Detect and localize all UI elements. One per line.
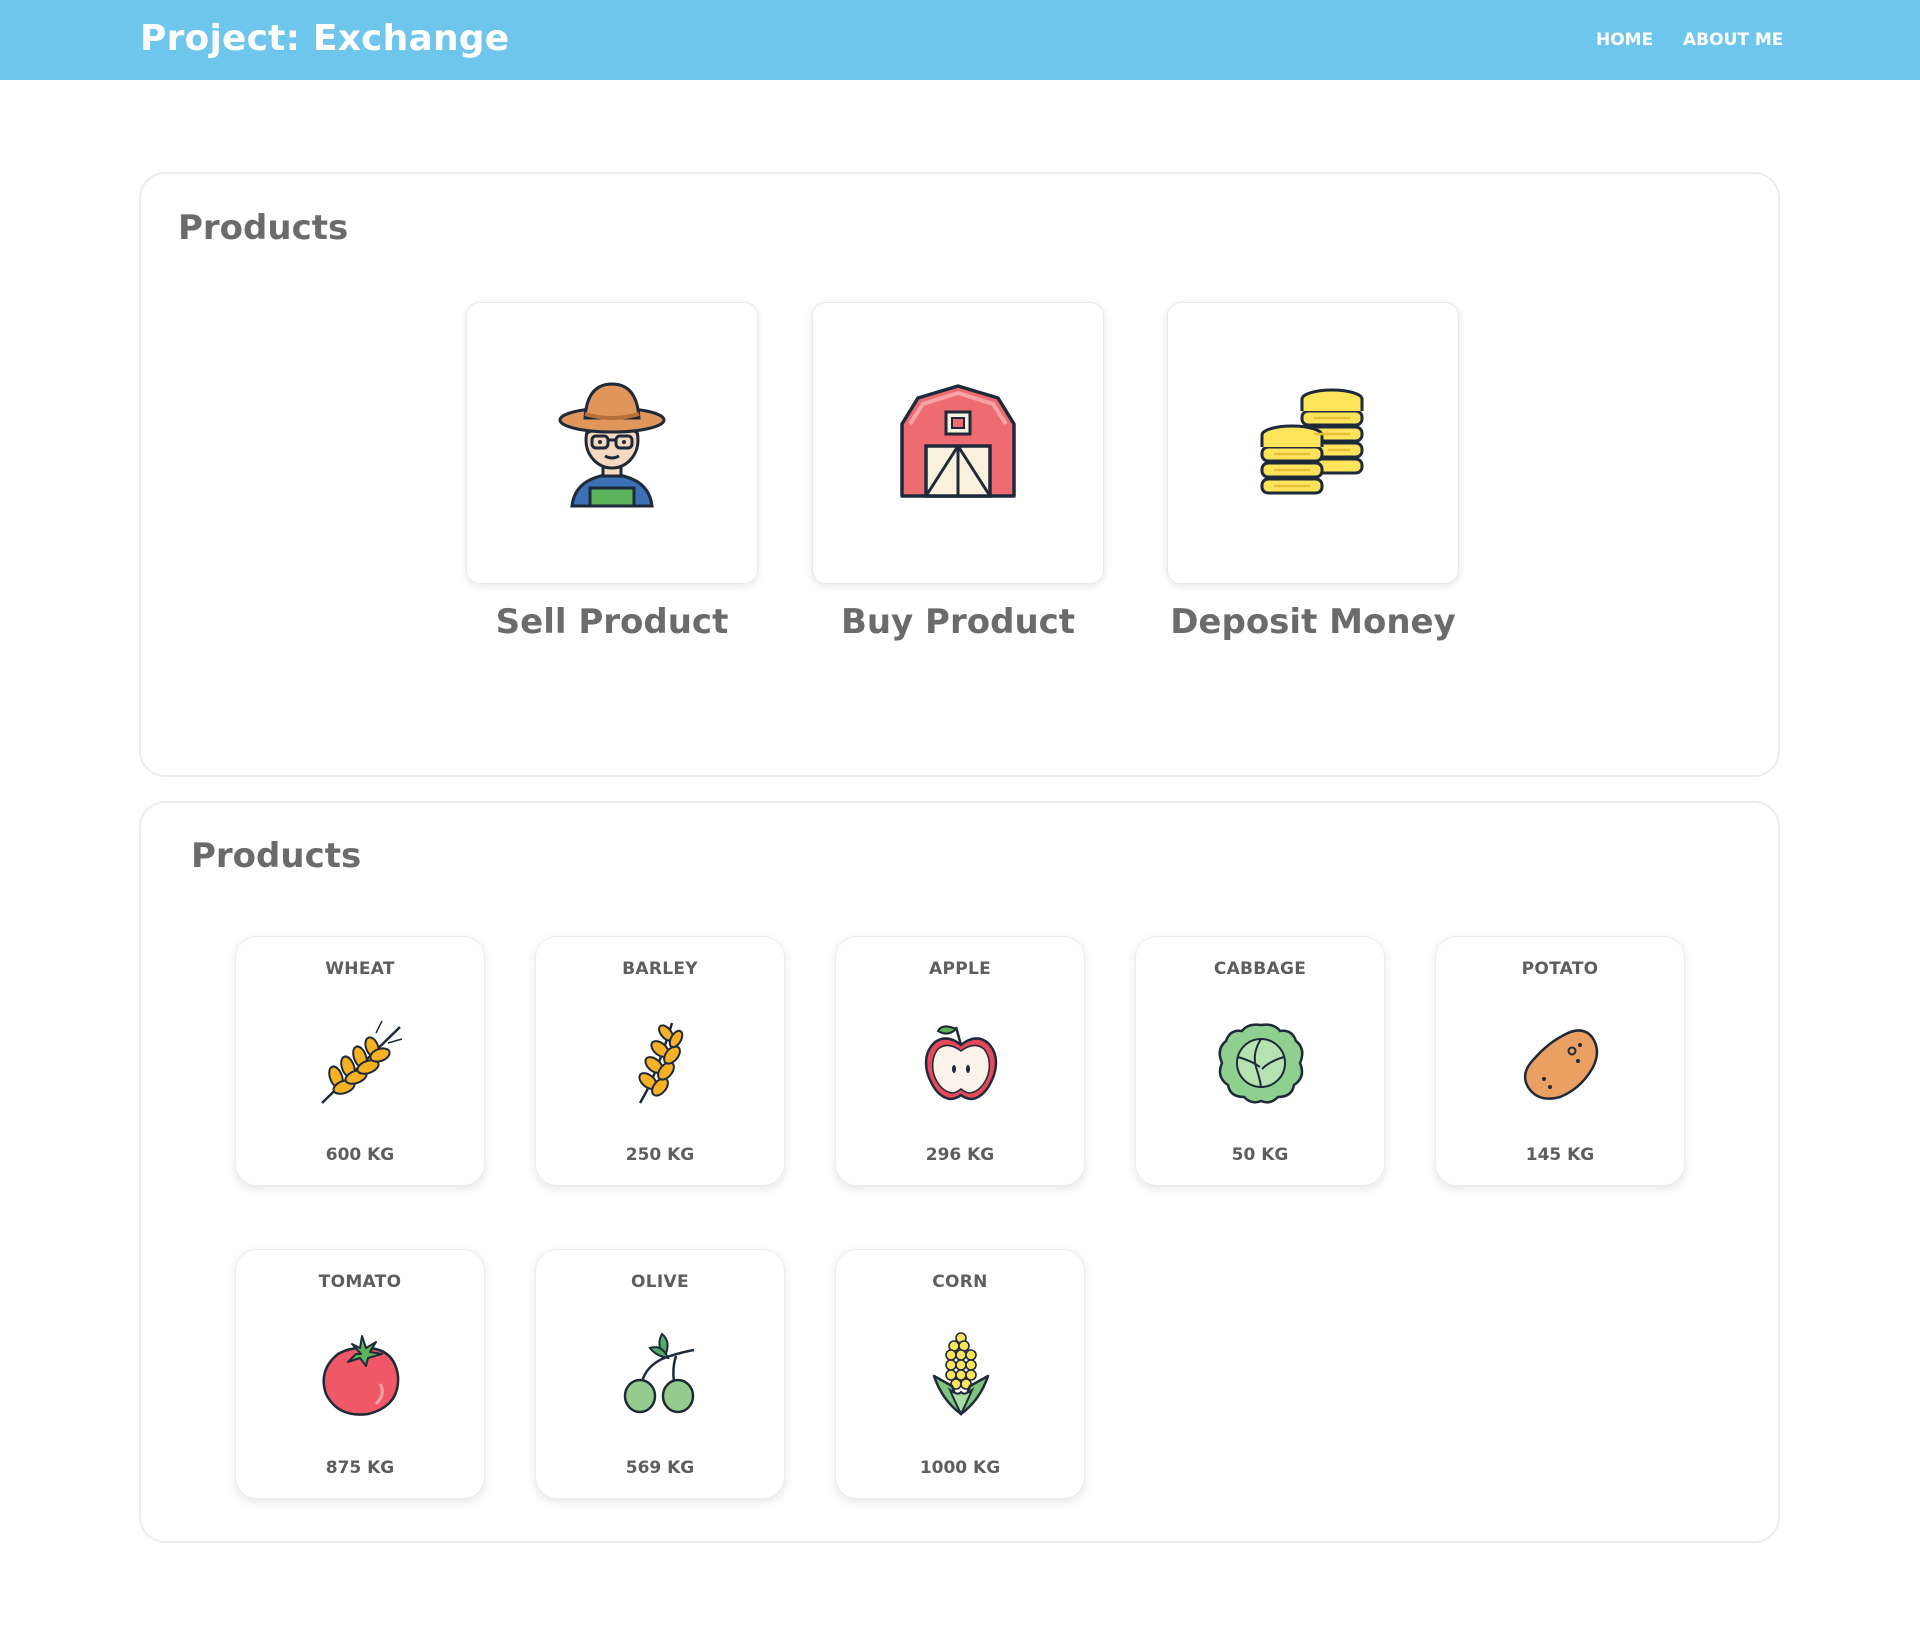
product-name: BARLEY: [622, 959, 698, 979]
apple-icon: [924, 1025, 998, 1101]
product-card-tomato[interactable]: TOMATO 875 KG: [235, 1249, 485, 1499]
tomato-icon: [322, 1335, 400, 1416]
buy-product-action[interactable]: Buy Product: [812, 302, 1104, 642]
products-panel-title: Products: [191, 836, 362, 876]
sell-product-card[interactable]: [466, 302, 758, 584]
olive-icon: [623, 1332, 695, 1414]
actions-panel-title: Products: [178, 208, 349, 248]
product-name: WHEAT: [325, 959, 395, 979]
coins-icon: [1260, 388, 1364, 495]
potato-icon: [1523, 1029, 1599, 1100]
product-card-barley[interactable]: BARLEY 250 KG: [535, 936, 785, 1186]
products-panel: Products WHEAT 600 KG BARLEY 250 KG APPL…: [139, 801, 1780, 1543]
sell-product-action[interactable]: Sell Product: [466, 302, 758, 642]
product-card-olive[interactable]: OLIVE 569 KG: [535, 1249, 785, 1499]
product-card-wheat[interactable]: WHEAT 600 KG: [235, 936, 485, 1186]
product-name: APPLE: [928, 959, 992, 979]
brand-title[interactable]: Project: Exchange: [140, 18, 509, 59]
cabbage-icon: [1218, 1023, 1304, 1104]
barley-icon: [638, 1022, 684, 1104]
top-navbar: Project: Exchange HOME ABOUT ME: [0, 0, 1920, 80]
product-card-apple[interactable]: APPLE 296 KG: [835, 936, 1085, 1186]
buy-product-card[interactable]: [812, 302, 1104, 584]
wheat-icon: [321, 1020, 403, 1104]
barn-icon: [900, 384, 1016, 498]
nav-home-link[interactable]: HOME: [1596, 30, 1653, 50]
product-name: CABBAGE: [1213, 959, 1307, 979]
product-quantity: 1000 KG: [919, 1458, 1001, 1478]
farmer-icon: [558, 382, 666, 508]
product-quantity: 296 KG: [925, 1145, 995, 1165]
product-card-cabbage[interactable]: CABBAGE 50 KG: [1135, 936, 1385, 1186]
product-quantity: 569 KG: [625, 1458, 695, 1478]
corn-icon: [932, 1332, 990, 1417]
deposit-money-card[interactable]: [1167, 302, 1459, 584]
product-name: CORN: [932, 1272, 988, 1292]
deposit-money-action[interactable]: Deposit Money: [1167, 302, 1459, 642]
product-card-potato[interactable]: POTATO 145 KG: [1435, 936, 1685, 1186]
product-quantity: 145 KG: [1525, 1145, 1595, 1165]
product-quantity: 875 KG: [325, 1458, 395, 1478]
product-name: TOMATO: [318, 1272, 402, 1292]
actions-panel: Products Sell Product Buy Product Deposi…: [139, 172, 1780, 777]
nav-about-link[interactable]: ABOUT ME: [1683, 30, 1783, 50]
product-quantity: 50 KG: [1231, 1145, 1289, 1165]
product-quantity: 600 KG: [325, 1145, 395, 1165]
buy-product-label[interactable]: Buy Product: [772, 602, 1144, 642]
product-name: POTATO: [1521, 959, 1599, 979]
deposit-money-label[interactable]: Deposit Money: [1127, 602, 1499, 642]
product-quantity: 250 KG: [625, 1145, 695, 1165]
sell-product-label[interactable]: Sell Product: [426, 602, 798, 642]
product-card-corn[interactable]: CORN 1000 KG: [835, 1249, 1085, 1499]
product-name: OLIVE: [631, 1272, 689, 1292]
